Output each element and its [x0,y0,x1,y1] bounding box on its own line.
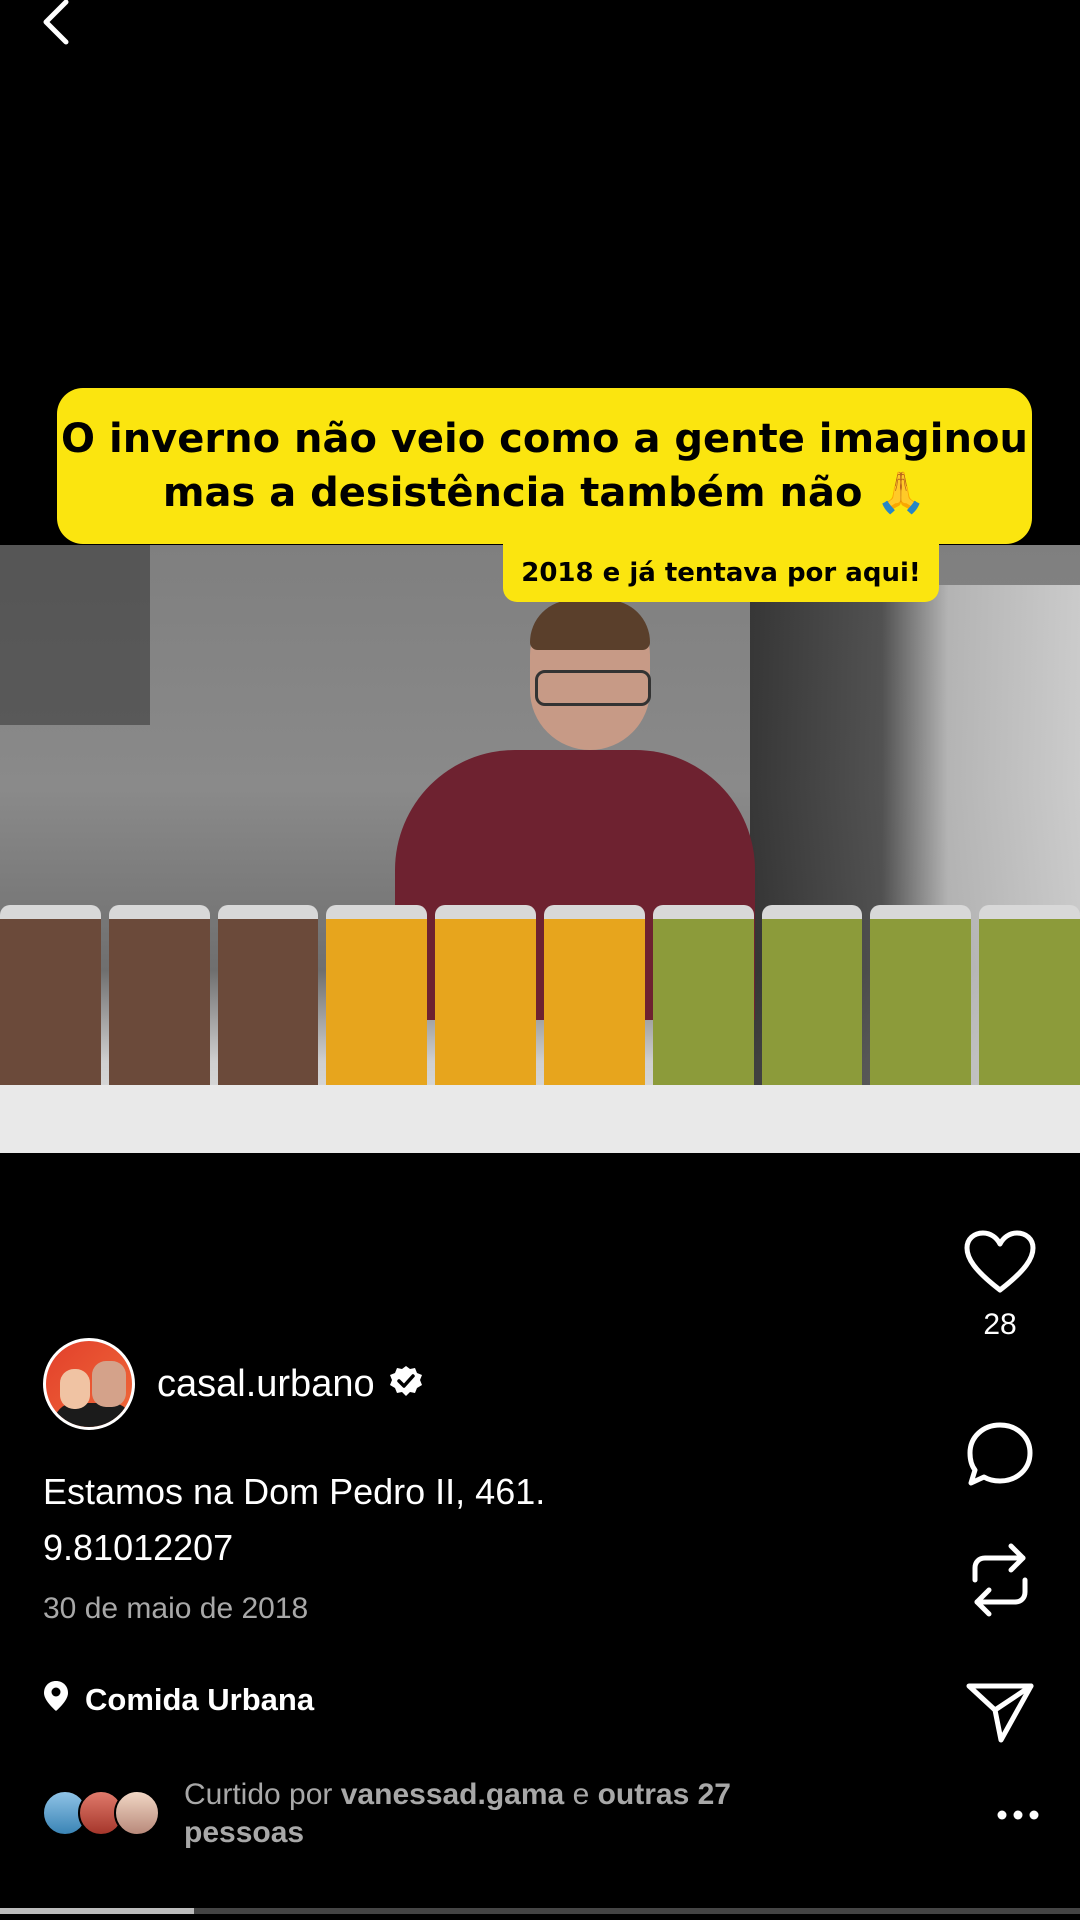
video-frame-counter [0,1085,1080,1153]
description-line-2: 9.81012207 [43,1527,234,1568]
video-player[interactable] [0,545,1080,1153]
liked-user[interactable]: vanessad.gama [341,1778,564,1811]
avatar [114,1790,160,1836]
repost-button[interactable] [965,1540,1035,1620]
liked-prefix: Curtido por [184,1778,333,1811]
avatar[interactable] [43,1338,135,1430]
heart-icon [964,1230,1036,1293]
liked-by-text: Curtido por vanessad.gama e outras 27 pe… [184,1776,834,1852]
like-count: 28 [983,1308,1017,1341]
more-dots-icon [997,1810,1039,1820]
pin-icon [43,1680,69,1720]
video-frame-containers [0,905,1080,1105]
video-caption: O inverno não veio como a gente imaginou… [57,388,1032,544]
comment-button[interactable] [965,1420,1035,1490]
location-name[interactable]: Comida Urbana [85,1682,314,1718]
username[interactable]: casal.urbano [157,1363,375,1406]
liked-and: e [572,1778,590,1811]
comment-bubble-icon [967,1422,1033,1486]
post-author[interactable]: casal.urbano [43,1338,423,1430]
video-sub-caption: 2018 e já tentava por aqui! [503,544,939,602]
repost-icon [972,1543,1028,1617]
caption-line-1: O inverno não veio como a gente imaginou [61,416,1028,462]
back-button[interactable] [36,0,96,60]
caption-line-2: mas a desistência também não 🙏 [162,470,927,516]
video-frame-shelf [0,545,150,725]
video-progress-bar[interactable] [0,1908,1080,1914]
like-button[interactable]: 28 [964,1230,1036,1342]
liked-by[interactable]: Curtido por vanessad.gama e outras 27 pe… [42,1776,834,1852]
post-location[interactable]: Comida Urbana [43,1680,314,1720]
description-line-1: Estamos na Dom Pedro II, 461. [43,1471,546,1512]
video-progress-fill [0,1908,195,1914]
chevron-left-icon [43,0,69,45]
more-options-button[interactable] [996,1808,1040,1826]
verified-badge-icon [389,1365,423,1404]
send-icon [966,1683,1034,1743]
liked-by-avatars [42,1790,160,1836]
post-date: 30 de maio de 2018 [43,1592,309,1625]
share-button[interactable] [965,1680,1035,1744]
post-description: Estamos na Dom Pedro II, 461. 9.81012207 [43,1464,545,1576]
